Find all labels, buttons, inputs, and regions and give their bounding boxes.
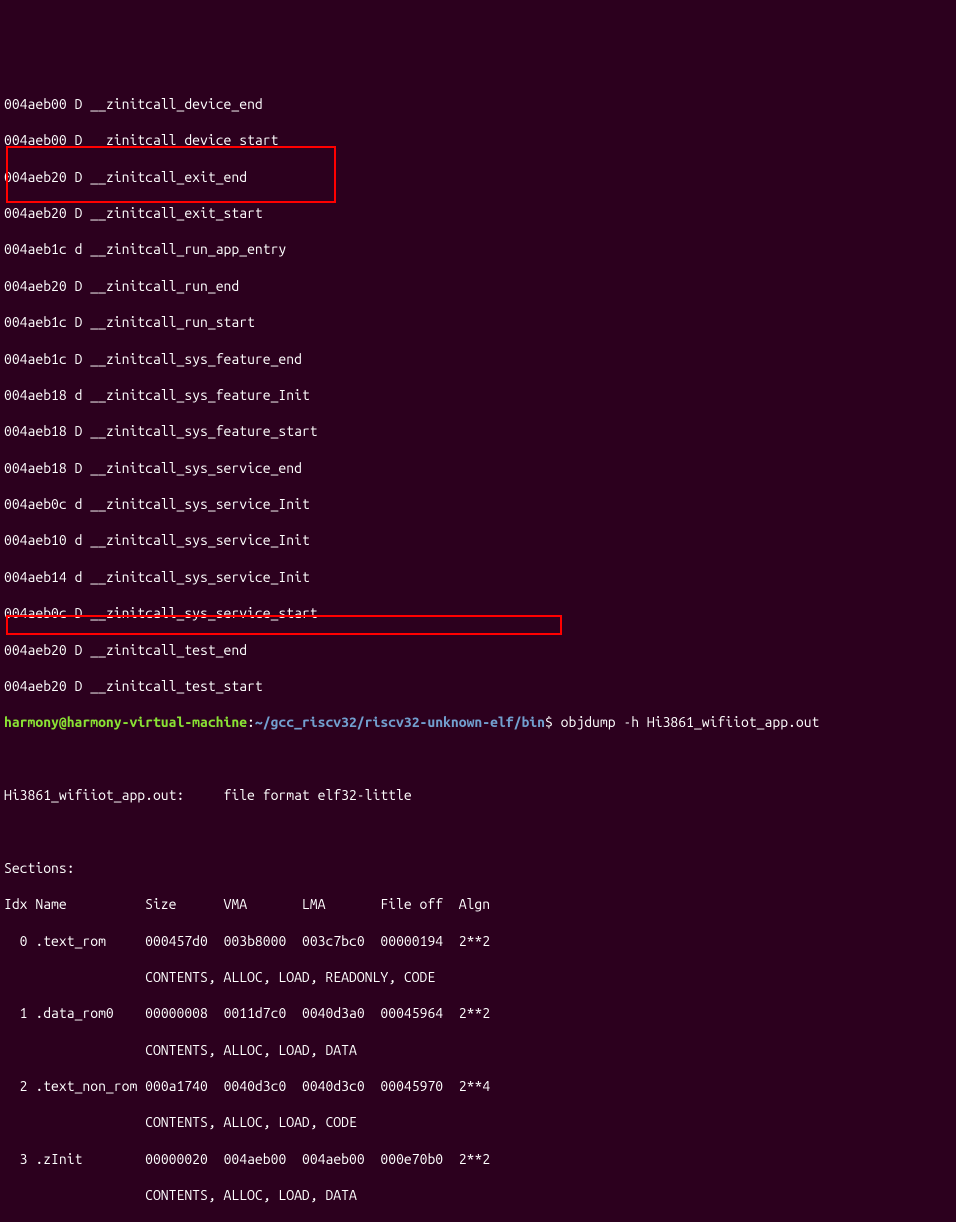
symbol-line: 004aeb1c d __zinitcall_run_app_entry xyxy=(4,240,952,258)
symbol-line: 004aeb00 D __zinitcall_device_start xyxy=(4,131,952,149)
symbol-line: 004aeb0c d __zinitcall_sys_service_Init xyxy=(4,495,952,513)
symbol-line: 004aeb0c D __zinitcall_sys_service_start xyxy=(4,604,952,622)
symbol-line: 004aeb20 D __zinitcall_test_end xyxy=(4,641,952,659)
section-flags: CONTENTS, ALLOC, LOAD, DATA xyxy=(4,1186,952,1204)
symbol-line: 004aeb18 D __zinitcall_sys_service_end xyxy=(4,459,952,477)
symbol-line: 004aeb1c D __zinitcall_run_start xyxy=(4,313,952,331)
section-flags: CONTENTS, ALLOC, LOAD, DATA xyxy=(4,1041,952,1059)
symbol-line: 004aeb18 D __zinitcall_sys_feature_start xyxy=(4,422,952,440)
section-row: 2 .text_non_rom 000a1740 0040d3c0 0040d3… xyxy=(4,1077,952,1095)
section-flags: CONTENTS, ALLOC, LOAD, CODE xyxy=(4,1113,952,1131)
symbol-line: 004aeb14 d __zinitcall_sys_service_Init xyxy=(4,568,952,586)
symbol-line: 004aeb10 d __zinitcall_sys_service_Init xyxy=(4,531,952,549)
columns-header: Idx Name Size VMA LMA File off Algn xyxy=(4,895,952,913)
symbol-line: 004aeb20 D __zinitcall_exit_start xyxy=(4,204,952,222)
terminal-output[interactable]: 004aeb00 D __zinitcall_device_end 004aeb… xyxy=(4,77,952,1222)
section-row: 0 .text_rom 000457d0 003b8000 003c7bc0 0… xyxy=(4,932,952,950)
blank-line xyxy=(4,750,952,768)
symbol-line: 004aeb20 D __zinitcall_exit_end xyxy=(4,168,952,186)
symbol-line: 004aeb18 d __zinitcall_sys_feature_Init xyxy=(4,386,952,404)
sections-header: Sections: xyxy=(4,859,952,877)
prompt-user: harmony@harmony-virtual-machine xyxy=(4,714,247,730)
command-input: objdump -h Hi3861_wifiiot_app.out xyxy=(561,714,820,730)
prompt-line[interactable]: harmony@harmony-virtual-machine:~/gcc_ri… xyxy=(4,713,952,731)
symbol-line: 004aeb00 D __zinitcall_device_end xyxy=(4,95,952,113)
section-flags: CONTENTS, ALLOC, LOAD, READONLY, CODE xyxy=(4,968,952,986)
prompt-path: ~/gcc_riscv32/riscv32-unknown-elf/bin xyxy=(255,714,545,730)
symbol-line: 004aeb1c D __zinitcall_sys_feature_end xyxy=(4,350,952,368)
section-row: 1 .data_rom0 00000008 0011d7c0 0040d3a0 … xyxy=(4,1004,952,1022)
symbol-line: 004aeb20 D __zinitcall_run_end xyxy=(4,277,952,295)
section-row: 3 .zInit 00000020 004aeb00 004aeb00 000e… xyxy=(4,1150,952,1168)
blank-line xyxy=(4,822,952,840)
symbol-line: 004aeb20 D __zinitcall_test_start xyxy=(4,677,952,695)
file-info-line: Hi3861_wifiiot_app.out: file format elf3… xyxy=(4,786,952,804)
